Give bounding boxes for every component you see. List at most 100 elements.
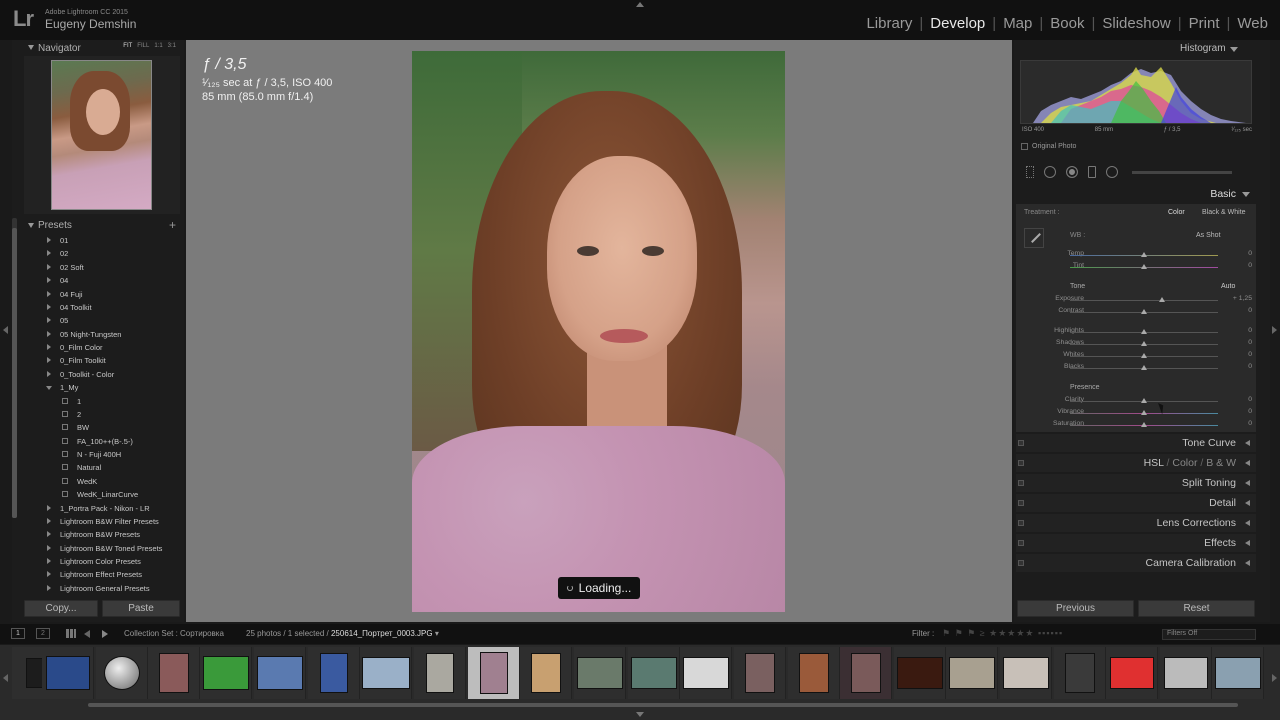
- slider-track[interactable]: [1070, 300, 1218, 301]
- slider-value[interactable]: 0: [1222, 339, 1252, 346]
- preset-folder[interactable]: Lightroom B&W Presets: [24, 528, 180, 541]
- collapsed-triangle-icon[interactable]: [47, 370, 51, 377]
- preset-item[interactable]: WedK_LinarCurve: [24, 488, 180, 501]
- preset-folder[interactable]: 04: [24, 274, 180, 287]
- treatment-color-option[interactable]: Color: [1168, 209, 1185, 216]
- histogram[interactable]: [1020, 60, 1252, 124]
- main-window-button[interactable]: 1: [11, 628, 25, 639]
- next-arrow-icon[interactable]: [102, 630, 108, 638]
- panel-switch-icon[interactable]: [1018, 540, 1024, 546]
- collapse-right-panel-icon[interactable]: [1272, 326, 1277, 334]
- module-develop[interactable]: Develop: [928, 15, 987, 32]
- collapse-filmstrip-right-icon[interactable]: [1272, 674, 1277, 682]
- slider-thumb[interactable]: [1141, 341, 1147, 346]
- adjustment-brush-slider[interactable]: [1132, 170, 1232, 174]
- collapse-filmstrip-left-icon[interactable]: [3, 674, 8, 682]
- treatment-bw-option[interactable]: Black & White: [1202, 209, 1246, 216]
- slider-value[interactable]: + 1,25: [1222, 295, 1252, 302]
- preset-folder[interactable]: 02: [24, 247, 180, 260]
- detail-section[interactable]: Detail: [1016, 494, 1256, 512]
- graduated-filter-icon[interactable]: [1088, 166, 1096, 178]
- collapsed-triangle-icon[interactable]: [47, 584, 51, 591]
- preset-folder[interactable]: 0_Film Toolkit: [24, 354, 180, 367]
- preset-folder[interactable]: 0_Toolkit - Color: [24, 368, 180, 381]
- collapse-top-panel-icon[interactable]: [636, 2, 644, 7]
- filmstrip-thumbnail[interactable]: [628, 647, 680, 699]
- collapsed-triangle-icon[interactable]: [47, 344, 51, 350]
- panel-switch-icon[interactable]: [1018, 500, 1024, 506]
- secondary-window-button[interactable]: 2: [36, 628, 50, 639]
- wb-select[interactable]: As Shot: [1196, 232, 1221, 239]
- preset-folder[interactable]: 04 Toolkit: [24, 301, 180, 314]
- module-web[interactable]: Web: [1235, 15, 1270, 32]
- filmstrip-thumbnail[interactable]: [360, 647, 412, 699]
- slider-value[interactable]: 0: [1222, 351, 1252, 358]
- zoom-1-1[interactable]: 1:1: [154, 43, 162, 49]
- preset-folder[interactable]: 05: [24, 314, 180, 327]
- clarity-slider[interactable]: Clarity 0: [1020, 396, 1252, 406]
- zoom-fill[interactable]: FILL: [137, 43, 149, 49]
- filmstrip-thumbnail[interactable]: [96, 647, 148, 699]
- preset-folder[interactable]: 1_My: [24, 381, 180, 394]
- slider-value[interactable]: 0: [1222, 307, 1252, 314]
- spot-removal-icon[interactable]: [1044, 166, 1056, 178]
- preset-folder[interactable]: Lightroom General Presets: [24, 582, 180, 594]
- zoom-3-1[interactable]: 3:1: [168, 43, 176, 49]
- main-photo[interactable]: [412, 51, 785, 612]
- collection-source[interactable]: Collection Set : Сортировка: [124, 629, 224, 638]
- presets-scrollbar-thumb[interactable]: [12, 228, 17, 518]
- filmstrip-thumbnail[interactable]: [42, 647, 94, 699]
- filmstrip-thumbnail[interactable]: [734, 647, 786, 699]
- slider-thumb[interactable]: [1141, 365, 1147, 370]
- checkbox-icon[interactable]: [1021, 143, 1028, 150]
- slider-thumb[interactable]: [1141, 398, 1147, 403]
- zoom-fit[interactable]: FIT: [123, 43, 132, 49]
- filmstrip-thumbnail[interactable]: [200, 647, 252, 699]
- filmstrip-thumbnail[interactable]: [520, 647, 572, 699]
- slider-value[interactable]: 0: [1222, 408, 1252, 415]
- add-preset-icon[interactable]: +: [169, 218, 176, 232]
- radial-filter-icon[interactable]: [1106, 166, 1118, 178]
- slider-thumb[interactable]: [1141, 252, 1147, 257]
- preset-folder[interactable]: Lightroom B&W Toned Presets: [24, 542, 180, 555]
- color-tab[interactable]: Color: [1172, 457, 1197, 469]
- preset-folder[interactable]: 02 Soft: [24, 261, 180, 274]
- collapsed-triangle-icon[interactable]: [47, 558, 51, 564]
- panel-switch-icon[interactable]: [1018, 440, 1024, 446]
- collapsed-triangle-icon[interactable]: [47, 237, 51, 243]
- contrast-slider[interactable]: Contrast 0: [1020, 307, 1252, 317]
- filmstrip-thumbnail[interactable]: [840, 647, 892, 699]
- grid-view-icon[interactable]: [66, 629, 76, 638]
- crop-tool-icon[interactable]: [1026, 166, 1034, 178]
- filmstrip-thumbnail[interactable]: [414, 647, 466, 699]
- slider-thumb[interactable]: [1141, 264, 1147, 269]
- module-slideshow[interactable]: Slideshow: [1100, 15, 1172, 32]
- collapsed-triangle-icon[interactable]: [47, 317, 51, 324]
- slider-value[interactable]: 0: [1222, 250, 1252, 257]
- selected-filename[interactable]: 250614_Портрет_0003.JPG: [331, 629, 433, 638]
- navigator-header[interactable]: Navigator FIT FILL 1:1 3:1: [24, 40, 180, 56]
- filmstrip-thumbnail[interactable]: [946, 647, 998, 699]
- vibrance-slider[interactable]: Vibrance 0: [1020, 408, 1252, 418]
- filmstrip-thumbnail[interactable]: [308, 647, 360, 699]
- basic-panel-header[interactable]: Basic: [1016, 185, 1256, 203]
- collapsed-triangle-icon[interactable]: [47, 517, 51, 524]
- navigator-thumbnail[interactable]: [51, 60, 152, 210]
- bw-tab[interactable]: B & W: [1206, 457, 1236, 469]
- collapsed-triangle-icon[interactable]: [47, 357, 51, 364]
- panel-switch-icon[interactable]: [1018, 560, 1024, 566]
- collapsed-triangle-icon[interactable]: [47, 303, 51, 310]
- effects-section[interactable]: Effects: [1016, 534, 1256, 552]
- filmstrip-thumbnail[interactable]: [1106, 647, 1158, 699]
- preset-item[interactable]: BW: [24, 421, 180, 434]
- slider-value[interactable]: 0: [1222, 396, 1252, 403]
- filmstrip-scrollbar[interactable]: [88, 703, 1238, 707]
- tone-curve-section[interactable]: Tone Curve: [1016, 434, 1256, 452]
- filters-dropdown[interactable]: Filters Off: [1162, 629, 1256, 640]
- filmstrip-thumbnail[interactable]: [680, 647, 732, 699]
- preset-item[interactable]: WedK: [24, 475, 180, 488]
- filmstrip-thumbnail[interactable]: [1160, 647, 1212, 699]
- module-print[interactable]: Print: [1187, 15, 1222, 32]
- histogram-title[interactable]: Histogram: [1180, 43, 1238, 54]
- chevron-down-icon[interactable]: ▾: [435, 629, 439, 638]
